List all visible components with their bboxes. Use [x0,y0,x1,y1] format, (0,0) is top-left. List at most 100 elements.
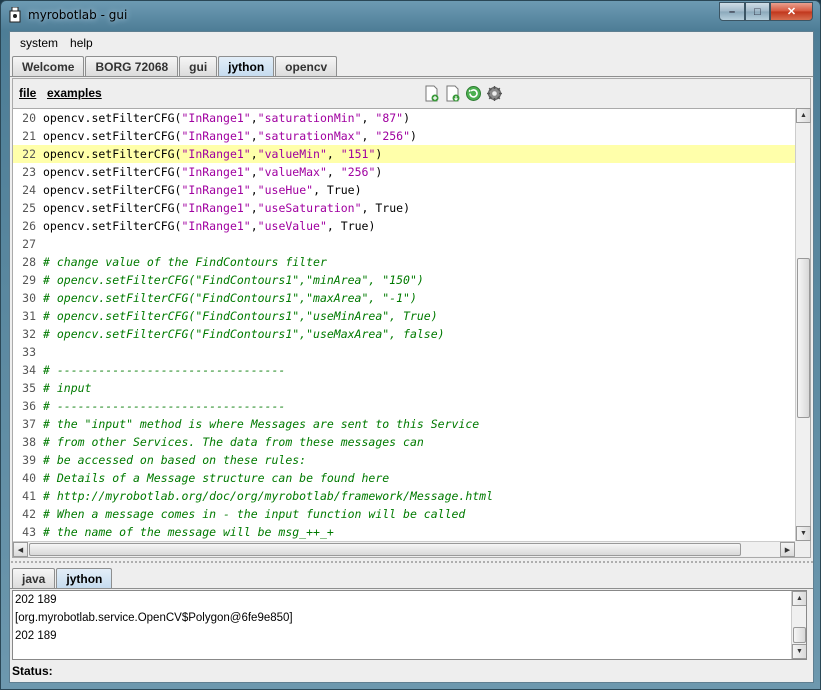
code-line: 27 [13,235,795,253]
code-string: "saturationMax" [257,129,362,143]
code-line: 30 # opencv.setFilterCFG("FindContours1",… [13,289,795,307]
code-line: 43 # the name of the message will be msg_… [13,523,795,541]
code-comment: # change value of the FindContours filte… [43,255,327,269]
client-area: system help Welcome BORG 72068 gui jytho… [9,31,815,683]
code-line: 38 # from other Services. The data from t… [13,433,795,451]
code-comment: # input [43,381,92,395]
code-comment: # opencv.setFilterCFG("FindContours1","u… [43,309,438,323]
code-text: ) [410,129,417,143]
code-string: "InRange1" [181,129,251,143]
code-comment: # Details of a Message structure can be … [43,471,390,485]
tab-borg[interactable]: BORG 72068 [85,56,179,76]
code-comment: # When a message comes in - the input fu… [43,507,466,521]
menu-system[interactable]: system [14,36,64,50]
split-pane-divider[interactable] [10,560,815,565]
code-text: , [361,111,376,125]
tab-java[interactable]: java [12,568,56,588]
line-number: 32 [22,327,36,341]
code-line: 20 opencv.setFilterCFG("InRange1","satura… [13,109,795,127]
code-text: , [250,147,258,161]
new-file-icon[interactable] [423,85,440,102]
code-comment: # from other Services. The data from the… [43,435,424,449]
save-file-icon[interactable] [444,85,461,102]
output-tabs: java jython [12,568,113,588]
service-tabs: Welcome BORG 72068 gui jython opencv [12,56,338,76]
editor-menu-file[interactable]: file [19,86,36,100]
code-text: , [250,165,258,179]
refresh-icon[interactable] [465,85,482,102]
line-number: 20 [22,111,36,125]
title-bar[interactable]: myrobotlab - gui – □ ✕ [1,1,820,31]
minimize-button[interactable]: – [719,2,745,21]
scroll-left-button[interactable]: ◀ [13,542,28,557]
close-button[interactable]: ✕ [770,2,813,21]
code-text: opencv.setFilterCFG( [43,147,182,161]
console-vertical-scrollbar[interactable]: ▲ ▼ [791,591,806,659]
code-string: "87" [375,111,404,125]
line-number: 35 [22,381,36,395]
hscroll-thumb[interactable] [29,543,741,556]
output-tab-divider [10,588,813,589]
code-comment: # opencv.setFilterCFG("FindContours1","m… [43,273,424,287]
code-line: 32 # opencv.setFilterCFG("FindContours1",… [13,325,795,343]
code-text: , [250,201,258,215]
app-window: myrobotlab - gui – □ ✕ system help Welco… [0,0,821,690]
line-number: 42 [22,507,36,521]
line-number: 24 [22,183,36,197]
tab-welcome[interactable]: Welcome [12,56,85,76]
line-number: 28 [22,255,36,269]
code-string: "valueMin" [257,147,327,161]
code-text: , [250,129,258,143]
scroll-down-button[interactable]: ▼ [796,526,811,541]
code-string: "valueMax" [257,165,327,179]
console-scroll-thumb[interactable] [793,627,806,643]
code-string: "useValue" [257,219,327,233]
line-number: 21 [22,129,36,143]
maximize-button[interactable]: □ [745,2,770,21]
line-number: 40 [22,471,36,485]
code-line: 28 # change value of the FindContours fil… [13,253,795,271]
code-string: "InRange1" [181,201,251,215]
tab-opencv[interactable]: opencv [275,56,338,76]
examples-label: examples [47,86,102,100]
code-text: , True) [361,201,410,215]
code-string: "InRange1" [181,183,251,197]
line-number: 38 [22,435,36,449]
editor-horizontal-scrollbar[interactable]: ◀ ▶ [13,541,795,557]
line-number: 36 [22,399,36,413]
editor-toolbar: file examples [13,79,810,107]
code-text: , [250,111,258,125]
close-icon: ✕ [786,6,797,18]
code-line: 36 # --------------------------------- [13,397,795,415]
code-line: 22 opencv.setFilterCFG("InRange1","valueM… [13,145,795,163]
tab-jython-output[interactable]: jython [56,568,113,588]
editor-menu-examples[interactable]: examples [47,86,102,100]
code-line: 21 opencv.setFilterCFG("InRange1","satura… [13,127,795,145]
menu-help[interactable]: help [64,36,99,50]
console-scroll-up-button[interactable]: ▲ [792,591,806,606]
tab-jython[interactable]: jython [218,56,275,76]
line-number: 34 [22,363,36,377]
code-line: 24 opencv.setFilterCFG("InRange1","useHue… [13,181,795,199]
code-text: opencv.setFilterCFG( [43,183,182,197]
scroll-thumb[interactable] [797,258,810,418]
tab-gui[interactable]: gui [179,56,218,76]
editor-vertical-scrollbar[interactable]: ▲ ▼ [795,108,811,541]
code-line: 37 # the "input" method is where Messages… [13,415,795,433]
gear-icon[interactable] [486,85,503,102]
console-line: [org.myrobotlab.service.OpenCV$Polygon@6… [15,612,293,624]
line-number: 23 [22,165,36,179]
output-console[interactable]: 202 189 [org.myrobotlab.service.OpenCV$P… [12,590,807,660]
minimize-icon: – [728,5,736,18]
code-string: "151" [340,147,376,161]
code-line: 29 # opencv.setFilterCFG("FindContours1",… [13,271,795,289]
code-text: opencv.setFilterCFG( [43,129,182,143]
code-editor[interactable]: 20 opencv.setFilterCFG("InRange1","satura… [13,108,795,541]
code-text: , [326,147,341,161]
line-number: 29 [22,273,36,287]
scroll-right-button[interactable]: ▶ [780,542,795,557]
code-string: "InRange1" [181,111,251,125]
scroll-up-button[interactable]: ▲ [796,108,811,123]
console-scroll-down-button[interactable]: ▼ [792,644,806,659]
code-text: ) [375,147,383,161]
